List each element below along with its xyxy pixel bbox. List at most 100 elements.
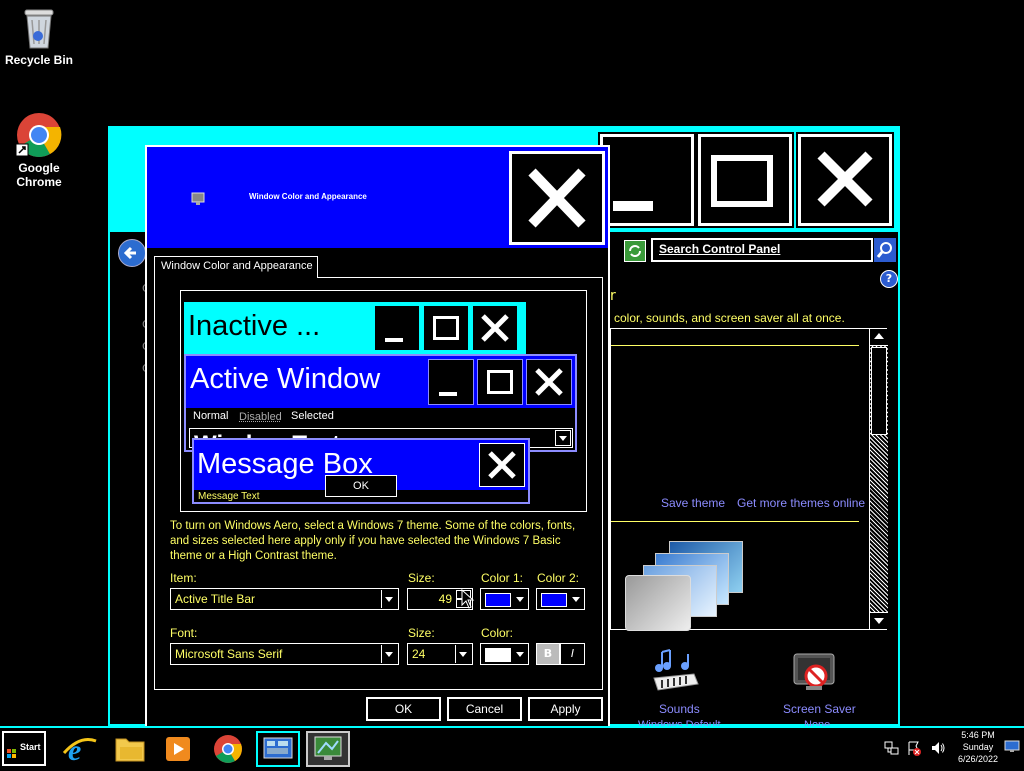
- clock-day: Sunday: [962, 742, 994, 752]
- tab-window-color[interactable]: Window Color and Appearance: [154, 256, 318, 278]
- start-label: Start: [20, 742, 41, 752]
- color2-label: Color 2:: [537, 571, 580, 585]
- control-panel-icon: [263, 737, 293, 759]
- item-label: Item:: [170, 571, 197, 585]
- bold-button[interactable]: B: [536, 643, 560, 665]
- help-icon[interactable]: ?: [880, 270, 898, 288]
- chrome-icon: [214, 735, 242, 763]
- screen-saver-label[interactable]: Screen Saver: [783, 702, 856, 716]
- font-dropdown[interactable]: Microsoft Sans Serif: [170, 643, 399, 665]
- dialog-titlebar[interactable]: Window Color and Appearance: [147, 147, 608, 248]
- clock-time: 5:46 PM: [961, 730, 995, 740]
- font-color-picker[interactable]: [480, 643, 529, 665]
- sounds-label[interactable]: Sounds: [659, 702, 700, 716]
- chevron-down-icon: [516, 597, 524, 602]
- maximize-button[interactable]: [696, 132, 794, 228]
- preview-maximize-icon: [477, 359, 523, 405]
- preview-message-box: Message Box Message Text OK: [192, 438, 530, 504]
- item-dropdown[interactable]: Active Title Bar: [170, 588, 399, 610]
- taskbar-media-player[interactable]: [156, 731, 200, 767]
- action-center-icon[interactable]: [906, 740, 922, 756]
- aero-info-text: To turn on Windows Aero, select a Window…: [170, 520, 576, 562]
- scrollbar[interactable]: [869, 329, 888, 629]
- sounds-icon[interactable]: [650, 648, 702, 696]
- volume-icon[interactable]: [930, 740, 946, 756]
- close-button[interactable]: [796, 132, 894, 228]
- dialog-app-icon: [191, 191, 205, 205]
- screen-saver-icon[interactable]: [790, 648, 838, 696]
- back-button[interactable]: [118, 239, 146, 267]
- folder-icon: [115, 738, 145, 762]
- network-icon[interactable]: [884, 740, 900, 756]
- minimize-button[interactable]: [598, 132, 696, 228]
- taskbar-chrome[interactable]: [206, 731, 250, 767]
- mouse-cursor: [461, 588, 475, 609]
- preview-ok-button: OK: [325, 475, 397, 497]
- chevron-down-icon: [572, 597, 580, 602]
- window-color-dialog: Window Color and Appearance Window Color…: [145, 145, 610, 728]
- desktop-icon-chrome[interactable]: Google Chrome: [4, 112, 74, 189]
- svg-text:e: e: [68, 734, 81, 767]
- clock[interactable]: 5:46 PM Sunday 6/26/2022: [954, 729, 1002, 765]
- start-button[interactable]: Start: [2, 731, 46, 766]
- preview-area: Inactive ... Active Window Normal Disabl…: [180, 290, 587, 512]
- get-more-themes-link[interactable]: Get more themes online: [737, 496, 865, 510]
- preview-active-title: Active Window: [190, 363, 381, 395]
- italic-button[interactable]: I: [560, 643, 585, 665]
- chevron-down-icon[interactable]: [381, 645, 397, 663]
- preview-maximize-icon: [423, 305, 469, 351]
- theme-list: Save theme Get more themes online: [610, 328, 888, 631]
- save-theme-link[interactable]: Save theme: [661, 496, 725, 510]
- font-label: Font:: [170, 626, 198, 640]
- font-size-dropdown[interactable]: 24: [407, 643, 473, 665]
- taskbar-display-settings[interactable]: [306, 731, 350, 767]
- color2-picker[interactable]: [536, 588, 585, 610]
- search-placeholder: Search Control Panel: [659, 242, 781, 256]
- windows-logo-icon: [7, 744, 17, 758]
- refresh-icon[interactable]: [624, 240, 646, 262]
- font-color-label: Color:: [481, 626, 514, 640]
- recycle-bin-icon: [21, 6, 57, 50]
- internet-explorer-icon: e: [62, 734, 97, 767]
- desktop-icon-recycle-bin[interactable]: Recycle Bin: [4, 6, 74, 67]
- search-icon[interactable]: [874, 238, 896, 262]
- preview-minimize-icon: [428, 359, 474, 405]
- chrome-icon: [15, 112, 62, 158]
- taskbar-ie[interactable]: e: [58, 731, 102, 767]
- font-size-label: Size:: [408, 626, 435, 640]
- taskbar: Start e 5:46 PM Sunday 6/26/2022: [0, 726, 1024, 768]
- dialog-close-button[interactable]: [509, 151, 605, 245]
- preview-close-icon: [526, 359, 572, 405]
- chevron-down-icon[interactable]: [381, 590, 397, 608]
- color1-picker[interactable]: [480, 588, 529, 610]
- dialog-title: Window Color and Appearance: [249, 192, 367, 201]
- search-input[interactable]: Search Control Panel: [651, 238, 873, 262]
- theme-preview[interactable]: [625, 541, 745, 631]
- apply-button[interactable]: Apply: [528, 697, 603, 721]
- show-desktop-button[interactable]: [1004, 738, 1020, 754]
- item-size-label: Size:: [408, 571, 435, 585]
- preview-close-icon: [479, 443, 525, 487]
- preview-inactive-title: Inactive ...: [188, 310, 321, 342]
- preview-close-icon: [472, 305, 518, 351]
- cancel-button[interactable]: Cancel: [447, 697, 522, 721]
- taskbar-control-panel[interactable]: [256, 731, 300, 767]
- color1-label: Color 1:: [481, 571, 524, 585]
- preview-inactive-window: Inactive ...: [184, 302, 526, 354]
- desktop-icon-label: Google Chrome: [16, 161, 62, 189]
- desktop-icon-label: Recycle Bin: [4, 53, 74, 67]
- ok-button[interactable]: OK: [366, 697, 441, 721]
- taskbar-explorer[interactable]: [108, 731, 152, 767]
- tab-panel: Inactive ... Active Window Normal Disabl…: [154, 277, 603, 690]
- preview-menu-selected: Selected: [291, 410, 334, 422]
- preview-minimize-icon: [374, 305, 420, 351]
- chevron-down-icon: [516, 652, 524, 657]
- preview-menu-disabled: Disabled: [239, 411, 282, 423]
- clock-date: 6/26/2022: [957, 754, 999, 764]
- preview-message-text: Message Text: [198, 491, 260, 502]
- display-icon: [314, 736, 342, 760]
- intro-text: color, sounds, and screen saver all at o…: [614, 311, 845, 325]
- chevron-down-icon[interactable]: [455, 645, 471, 663]
- media-player-icon: [166, 737, 190, 761]
- preview-menu-normal: Normal: [193, 410, 229, 422]
